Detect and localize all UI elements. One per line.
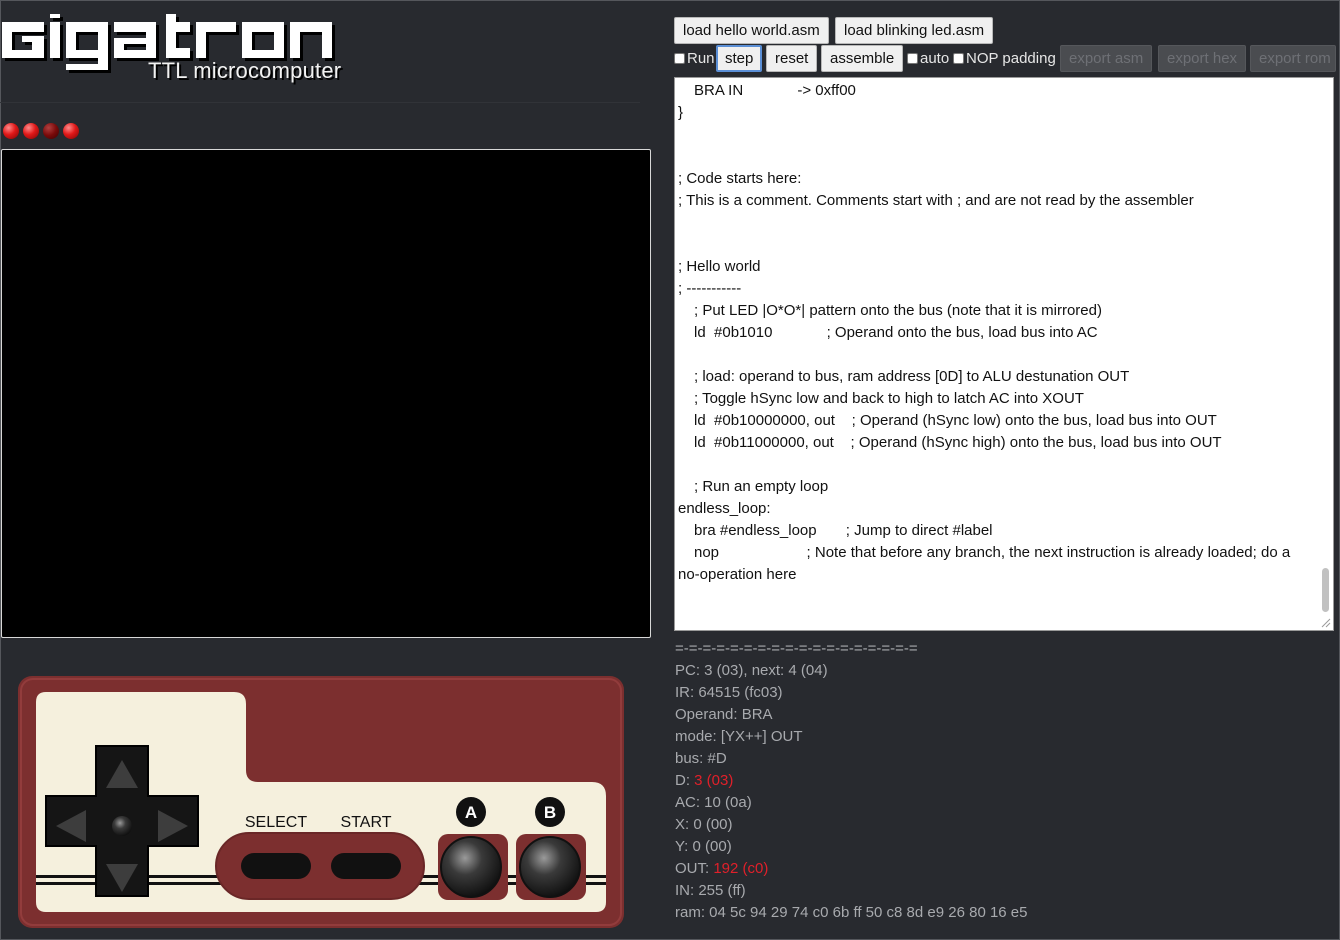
export-hex-button[interactable]: export hex xyxy=(1158,45,1247,72)
state-operand: Operand: BRA xyxy=(675,706,773,723)
state-d: D: 3 (03) xyxy=(675,770,1028,792)
code-line: ; Put LED |O*O*| pattern onto the bus (n… xyxy=(694,302,1102,319)
b-button[interactable] xyxy=(519,836,581,898)
code-line: ; This is a comment. Comments start with… xyxy=(678,192,1194,209)
state-y: Y: 0 (00) xyxy=(675,838,732,855)
auto-checkbox[interactable]: auto xyxy=(907,45,949,72)
nop-padding-checkbox[interactable]: NOP padding xyxy=(953,45,1056,72)
state-ram: ram: 04 5c 94 29 74 c0 6b ff 50 c8 8d e9… xyxy=(675,904,1028,921)
code-line: no-operation here xyxy=(678,566,797,583)
resize-grip-icon[interactable] xyxy=(1321,618,1331,628)
code-line: nop ; Note that before any branch, the n… xyxy=(694,544,1291,561)
assemble-button[interactable]: assemble xyxy=(821,45,904,72)
led-row xyxy=(3,123,79,139)
led-2 xyxy=(23,123,39,139)
led-4 xyxy=(63,123,79,139)
vga-screen xyxy=(1,149,651,638)
code-line: ld #0b10000000, out ; Operand (hSync low… xyxy=(694,412,1217,429)
load-hello-world-button[interactable]: load hello world.asm xyxy=(674,17,829,44)
code-line: ; ----------- xyxy=(678,280,742,297)
state-mode: mode: [YX++] OUT xyxy=(675,728,803,745)
state-in: IN: 255 (ff) xyxy=(675,882,746,899)
load-blinking-led-button[interactable]: load blinking led.asm xyxy=(835,17,994,44)
logo-subtitle: TTL microcomputer xyxy=(148,58,342,83)
code-line: endless_loop: xyxy=(678,500,771,517)
editor-scrollbar[interactable] xyxy=(1320,78,1332,630)
b-label: B xyxy=(544,803,556,822)
code-line: ld #0b11000000, out ; Operand (hSync hig… xyxy=(694,434,1222,451)
state-separator: =-=-=-=-=-=-=-=-=-=-=-=-=-=-=-=-=-= xyxy=(675,640,918,657)
reset-button[interactable]: reset xyxy=(766,45,818,72)
state-d-value: 3 (03) xyxy=(694,772,734,789)
code-line: bra #endless_loop ; Jump to direct #labe… xyxy=(694,522,993,539)
export-asm-button[interactable]: export asm xyxy=(1060,45,1153,72)
led-3 xyxy=(43,123,59,139)
a-label: A xyxy=(465,803,477,822)
state-out-value: 192 (c0) xyxy=(713,860,769,877)
state-out-label: OUT: xyxy=(675,860,710,877)
code-line: } xyxy=(678,104,684,121)
code-line: ld #0b1010 ; Operand onto the bus, load … xyxy=(694,324,1098,341)
code-text[interactable]: BRA IN -> 0xff00 } ; Code starts here: ;… xyxy=(678,80,1310,586)
led-1 xyxy=(3,123,19,139)
state-bus: bus: #D xyxy=(675,750,727,767)
code-line: ; load: operand to bus, ram address [0D]… xyxy=(694,368,1130,385)
state-pc: PC: 3 (03), next: 4 (04) xyxy=(675,662,828,679)
state-ir: IR: 64515 (fc03) xyxy=(675,684,783,701)
editor-scrollbar-thumb[interactable] xyxy=(1322,568,1329,612)
start-label: START xyxy=(341,814,392,831)
state-out: OUT: 192 (c0) xyxy=(675,858,1028,880)
run-checkbox-box[interactable] xyxy=(674,53,685,64)
code-line: ; Code starts here: xyxy=(678,170,802,187)
code-line: ; Hello world xyxy=(678,258,761,275)
export-rom-button[interactable]: export rom xyxy=(1250,45,1336,72)
run-checkbox[interactable]: Run xyxy=(674,45,715,72)
select-label: SELECT xyxy=(245,814,307,831)
start-button[interactable] xyxy=(331,853,401,879)
code-editor[interactable]: BRA IN -> 0xff00 } ; Code starts here: ;… xyxy=(674,77,1334,631)
nop-padding-label: NOP padding xyxy=(966,50,1056,67)
state-ac: AC: 10 (0a) xyxy=(675,794,752,811)
auto-label: auto xyxy=(920,50,950,67)
a-button[interactable] xyxy=(440,836,502,898)
code-line: BRA IN -> 0xff00 xyxy=(694,82,856,99)
logo-divider xyxy=(0,102,640,103)
nop-padding-checkbox-box[interactable] xyxy=(953,53,964,64)
step-button[interactable]: step xyxy=(716,45,763,72)
state-x: X: 0 (00) xyxy=(675,816,733,833)
cpu-state-panel: =-=-=-=-=-=-=-=-=-=-=-=-=-=-=-=-=-= PC: … xyxy=(675,638,1028,924)
select-button[interactable] xyxy=(241,853,311,879)
gamepad: SELECT START A B xyxy=(18,676,624,928)
auto-checkbox-box[interactable] xyxy=(907,53,918,64)
code-line: ; Toggle hSync low and back to high to l… xyxy=(694,390,1084,407)
state-d-label: D: xyxy=(675,772,690,789)
run-label: Run xyxy=(687,50,715,67)
code-line: ; Run an empty loop xyxy=(694,478,829,495)
